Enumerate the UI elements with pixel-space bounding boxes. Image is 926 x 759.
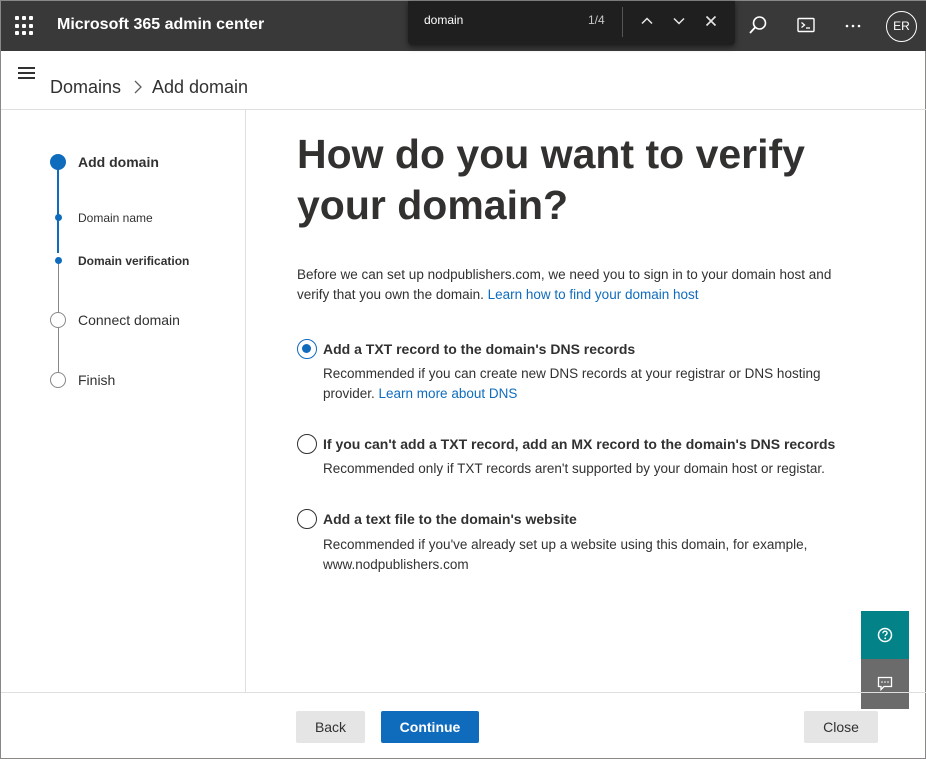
find-input[interactable]: domain — [424, 13, 463, 27]
app-title[interactable]: Microsoft 365 admin center — [57, 16, 264, 34]
close-icon — [705, 15, 717, 27]
find-previous-button[interactable] — [637, 11, 657, 31]
header-divider — [1, 109, 926, 110]
page-title: How do you want to verify your domain? — [297, 131, 805, 228]
app-launcher-icon[interactable] — [15, 16, 35, 36]
breadcrumb-domains[interactable]: Domains — [50, 77, 121, 98]
substep-dot — [54, 214, 62, 221]
find-bar: domain 1/4 — [408, 1, 735, 45]
step-domain-verification: Domain verification — [78, 254, 190, 268]
hamburger-menu-icon[interactable] — [18, 67, 35, 79]
text-file-radio[interactable] — [297, 509, 317, 529]
find-separator — [622, 7, 623, 37]
step-domain-name: Domain name — [78, 211, 153, 225]
txt-record-option-desc: Recommended if you can create new DNS re… — [323, 364, 853, 404]
step-add-domain: Add domain — [78, 154, 159, 170]
txt-record-option-label[interactable]: Add a TXT record to the domain's DNS rec… — [323, 341, 635, 357]
terminal-icon — [797, 17, 815, 33]
stepper-line — [57, 263, 59, 313]
chevron-right-icon — [134, 80, 142, 94]
text-file-option-label[interactable]: Add a text file to the domain's website — [323, 511, 577, 527]
help-icon — [877, 627, 893, 643]
txt-record-radio[interactable] — [297, 339, 317, 359]
top-bar: Microsoft 365 admin center domain 1/4 ER — [1, 1, 926, 51]
find-close-button[interactable] — [701, 11, 721, 31]
mx-record-option-label[interactable]: If you can't add a TXT record, add an MX… — [323, 436, 835, 452]
close-button[interactable]: Close — [804, 711, 878, 743]
mx-record-radio[interactable] — [297, 434, 317, 454]
search-icon — [749, 16, 767, 34]
help-button[interactable] — [861, 611, 909, 659]
substep-dot — [54, 257, 62, 264]
chevron-down-icon — [673, 17, 685, 25]
stepper-line-completed — [57, 169, 59, 253]
feedback-icon — [877, 676, 893, 692]
find-match-count: 1/4 — [588, 13, 605, 27]
footer-divider — [1, 692, 926, 693]
mx-record-option-desc: Recommended only if TXT records aren't s… — [323, 461, 825, 476]
continue-button[interactable]: Continue — [381, 711, 479, 743]
learn-domain-host-link[interactable]: Learn how to find your domain host — [488, 287, 699, 302]
avatar[interactable]: ER — [886, 11, 917, 42]
feedback-button[interactable] — [861, 659, 909, 709]
text-file-option-desc: Recommended if you've already set up a w… — [323, 537, 808, 572]
step-connect-domain: Connect domain — [78, 312, 180, 328]
intro-text: Before we can set up nodpublishers.com, … — [297, 265, 867, 305]
terminal-button[interactable] — [795, 14, 819, 38]
more-button[interactable] — [842, 14, 866, 38]
find-next-button[interactable] — [669, 11, 689, 31]
stepper-line — [57, 328, 59, 372]
more-icon — [845, 24, 861, 28]
breadcrumb-current: Add domain — [152, 77, 249, 97]
chevron-up-icon — [641, 17, 653, 25]
search-button[interactable] — [747, 14, 771, 38]
step-pending-dot — [50, 372, 66, 388]
step-pending-dot — [50, 312, 66, 328]
learn-dns-link[interactable]: Learn more about DNS — [379, 386, 518, 401]
step-active-dot — [50, 154, 66, 170]
back-button[interactable]: Back — [296, 711, 365, 743]
step-finish: Finish — [78, 372, 116, 388]
stepper-divider — [245, 110, 246, 692]
